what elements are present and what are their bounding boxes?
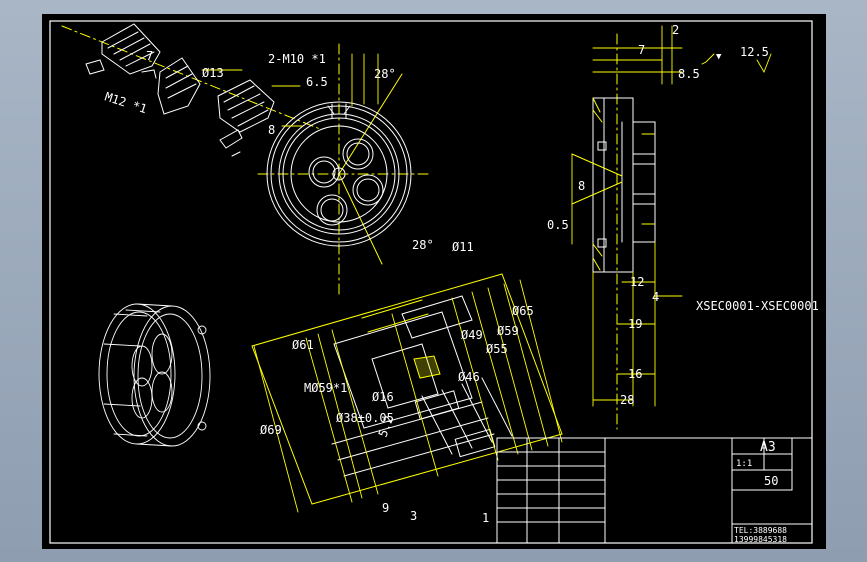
label-dim-8-left: 8 — [268, 123, 275, 137]
label-angle-28-bot: 28° — [412, 238, 434, 252]
label-dim-16: 16 — [628, 367, 642, 381]
title-block-phone: 13999845318 — [734, 535, 787, 544]
label-finish-symbol: ▼ — [716, 52, 722, 62]
label-dim-19: 19 — [628, 317, 642, 331]
exploded-parts — [61, 23, 321, 157]
title-block-tel: TEL:3889688 — [734, 526, 787, 535]
label-thread-m12: M12 *1 — [103, 90, 149, 117]
title-block-sheet: 1:1 — [736, 459, 752, 469]
label-dim-0-5: 0.5 — [547, 218, 569, 232]
label-dia-61: Ø61 — [292, 338, 314, 352]
label-roughness: 12.5 — [740, 45, 769, 59]
label-dim-6-5: 6.5 — [306, 75, 328, 89]
label-angle-28-top: 28° — [374, 67, 396, 81]
label-dim-8-side: 8 — [578, 179, 585, 193]
label-dia-13: Ø13 — [202, 66, 224, 80]
drawing-border — [49, 20, 813, 544]
title-block-size: A3 — [760, 440, 776, 455]
application-window: M12 *1 7 Ø13 2-M10 *1 6.5 8 28° 28° Ø11 … — [0, 0, 867, 562]
label-dia-11: Ø11 — [452, 240, 474, 254]
label-dim-7-top: 7 — [146, 49, 153, 63]
label-dia-49: Ø49 — [461, 328, 483, 342]
labels: M12 *1 7 Ø13 2-M10 *1 6.5 8 28° 28° Ø11 … — [103, 23, 819, 544]
label-dia-46: Ø46 — [458, 370, 480, 384]
label-thread-m10: 2-M10 *1 — [268, 52, 326, 66]
label-dim-28-bottom: 28 — [620, 393, 634, 407]
label-dia-69: Ø69 — [260, 423, 282, 437]
label-dim-2: 2 — [672, 23, 679, 37]
label-dim-12: 12 — [630, 275, 644, 289]
label-dim-8-5: 8.5 — [678, 67, 700, 81]
cad-drawing: M12 *1 7 Ø13 2-M10 *1 6.5 8 28° 28° Ø11 … — [49, 20, 819, 544]
label-dim-7-right: 7 — [638, 43, 645, 57]
label-thread-m59: MØ59*1 — [304, 381, 347, 395]
label-dim-4: 4 — [652, 290, 659, 304]
label-dim-1: 1 — [482, 511, 489, 525]
side-section — [571, 33, 656, 430]
label-dia-59: Ø59 — [497, 324, 519, 338]
label-dia-65: Ø65 — [512, 304, 534, 318]
title-block-scale: 50 — [764, 474, 778, 488]
drawing-canvas[interactable]: M12 *1 7 Ø13 2-M10 *1 6.5 8 28° 28° Ø11 … — [42, 14, 826, 549]
label-dia-55: Ø55 — [486, 342, 508, 356]
iso-view — [98, 303, 211, 447]
label-dim-3: 3 — [410, 509, 417, 523]
label-ref-text: XSEC0001-XSEC0001 — [696, 299, 819, 313]
label-dia-16: Ø16 — [372, 390, 394, 404]
label-dim-9: 9 — [382, 501, 389, 515]
front-view — [257, 43, 433, 295]
